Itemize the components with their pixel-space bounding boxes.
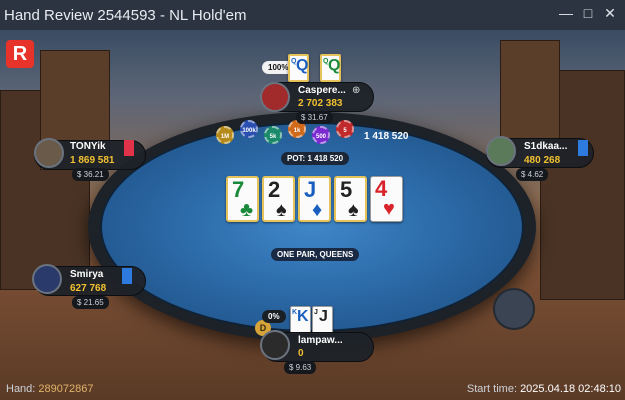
hole-card: QQ [288,54,309,82]
card-rank: 5 [340,177,353,202]
card-rank: 2 [268,177,281,202]
player-stack: 627 768 [70,283,107,294]
info-icon[interactable]: ⊕ [352,85,360,96]
player-name: S1dkaa... [524,141,568,152]
player-avatar [34,138,64,168]
player-avatar [486,136,516,166]
board-card: 2 ♠ [262,176,295,222]
player-stack: 480 268 [524,155,561,166]
hand-id: 289072867 [38,383,94,395]
minimize-icon[interactable]: — [559,6,573,20]
player-bounty: $ 21.65 [72,296,109,309]
board-card: J ♦ [298,176,331,222]
player-stack: 0 [298,348,304,359]
side-pot-amount: 1 418 520 [364,131,409,142]
player-name: TONYik [70,141,106,152]
card-rank: 7 [232,177,245,202]
title-bar: Hand Review 2544593 - NL Hold'em — □ ✕ [0,0,625,30]
player-bounty: $ 9.63 [284,361,317,374]
maximize-icon[interactable]: □ [581,6,595,20]
card-rank: 4 [375,176,388,201]
notes-icon[interactable] [122,268,132,284]
card-suit: ♦ [312,199,323,221]
card-suit: ♠ [276,199,287,221]
start-time-footer: Start time: 2025.04.18 02:48:10 [467,383,621,395]
equity-badge-bottom: 0% [262,310,286,323]
close-icon[interactable]: ✕ [603,6,617,20]
table-scene: R 1M 100k 5k 1k 500 5 1 418 520 POT: 1 418 52… [0,30,625,400]
player-stack: 2 702 383 [298,98,343,109]
player-bounty: $ 4.62 [516,168,549,181]
board-card: 4 ♥ [370,176,403,222]
chip-stack: 5k [264,126,282,144]
start-time: 2025.04.18 02:48:10 [520,383,621,395]
player-avatar [260,330,290,360]
room-logo: R [6,40,34,68]
action-button[interactable] [493,288,535,330]
hand-id-footer: Hand: 289072867 [6,383,93,395]
card-rank: J [304,177,317,202]
player-bounty: $ 31.67 [296,111,333,124]
player-bounty: $ 36.21 [72,168,109,181]
player-stack: 1 869 581 [70,155,115,166]
hole-card: QQ [320,54,341,82]
card-suit: ♠ [348,199,359,221]
hand-label: Hand: [6,383,36,395]
player-name: Caspere... [298,85,346,96]
player-name: Smirya [70,269,104,280]
hole-card: KK [290,306,311,334]
pot-label: POT: 1 418 520 [281,152,350,165]
chip-stack: 500 [312,126,330,144]
board-card: 5 ♠ [334,176,367,222]
bookmark-icon[interactable] [124,140,134,156]
chip-stack: 100k [240,120,258,138]
player-name: lampaw... [298,335,343,346]
window-title: Hand Review 2544593 - NL Hold'em [4,6,247,24]
hole-card: JJ [312,306,333,334]
start-time-label: Start time: [466,383,517,395]
chip-stack: 5 [336,120,354,138]
board-card: 7 ♣ [226,176,259,222]
hand-result-label: ONE PAIR, QUEENS [271,248,360,261]
card-suit: ♣ [240,199,254,221]
player-avatar [32,264,62,294]
player-avatar [260,82,290,112]
chip-stack: 1M [216,126,234,144]
card-suit: ♥ [383,198,395,220]
background-building [500,40,560,150]
bookmark-icon[interactable] [578,140,588,156]
